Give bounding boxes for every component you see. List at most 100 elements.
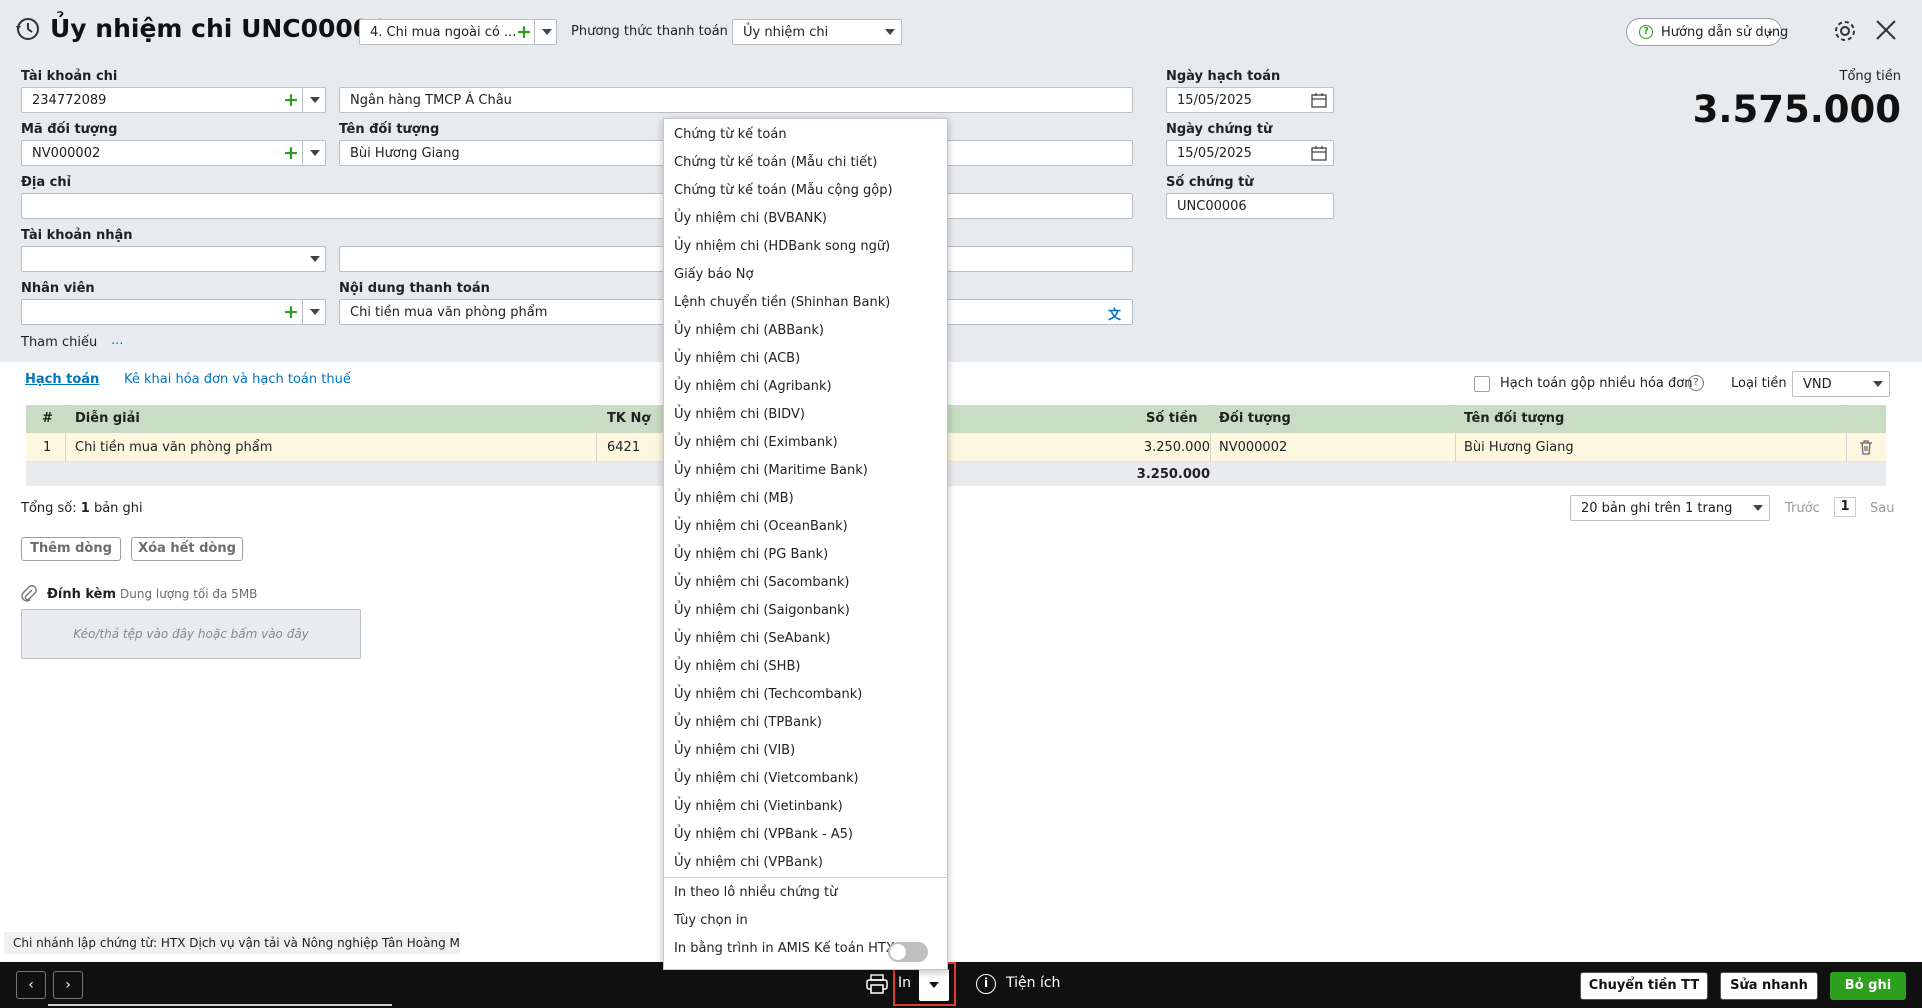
tab-invoice[interactable]: Kê khai hóa đơn và hạch toán thuế xyxy=(124,372,351,387)
unpost-button[interactable]: Bỏ ghi xyxy=(1830,972,1906,1000)
menu-item-print-template[interactable]: Ủy nhiệm chi (VIB) xyxy=(674,737,795,765)
address-label: Địa chỉ xyxy=(21,175,72,190)
history-icon[interactable] xyxy=(14,16,40,42)
table-row[interactable]: 1 Chi tiền mua văn phòng phẩm 6421 3.250… xyxy=(26,433,1886,462)
page-title: Ủy nhiệm chi UNC00006 xyxy=(50,14,388,43)
attach-hint: Dung lượng tối đa 5MB xyxy=(120,587,258,601)
account-select[interactable]: 234772089 + xyxy=(21,87,326,113)
row-debit[interactable]: 6421 xyxy=(607,440,640,455)
menu-item-print-template[interactable]: Ủy nhiệm chi (BVBANK) xyxy=(674,205,827,233)
menu-item-print-template[interactable]: Ủy nhiệm chi (BIDV) xyxy=(674,401,805,429)
translate-icon[interactable]: 文 xyxy=(1108,304,1121,323)
employee-select[interactable]: + xyxy=(21,299,326,325)
page-size-select[interactable]: 20 bản ghi trên 1 trang xyxy=(1570,495,1770,521)
menu-item-print-template[interactable]: Ủy nhiệm chi (Saigonbank) xyxy=(674,597,850,625)
menu-item-print-template[interactable]: Chứng từ kế toán (Mẫu cộng gộp) xyxy=(674,177,893,205)
menu-item-print-template[interactable]: Ủy nhiệm chi (ABBank) xyxy=(674,317,824,345)
record-count-value: 1 xyxy=(80,501,90,516)
next-page-button[interactable]: Sau xyxy=(1870,501,1894,516)
chevron-down-icon[interactable] xyxy=(310,309,320,315)
add-icon[interactable]: + xyxy=(283,143,299,163)
add-icon[interactable]: + xyxy=(283,90,299,110)
reference-more-link[interactable]: ... xyxy=(111,333,123,348)
menu-item-print-template[interactable]: Ủy nhiệm chi (Techcombank) xyxy=(674,681,862,709)
trash-icon[interactable] xyxy=(1858,439,1874,459)
posting-date-value: 15/05/2025 xyxy=(1177,93,1252,108)
record-count-prefix: Tổng số: xyxy=(21,501,77,516)
voucher-type-select[interactable]: 4. Chi mua ngoài có ... + xyxy=(359,19,557,45)
voucher-no-label: Số chứng từ xyxy=(1166,175,1254,190)
menu-item-print-template[interactable]: Ủy nhiệm chi (Sacombank) xyxy=(674,569,849,597)
close-icon[interactable] xyxy=(1874,18,1898,42)
print-dropdown-toggle[interactable] xyxy=(919,969,949,1001)
quick-edit-button[interactable]: Sửa nhanh xyxy=(1720,972,1818,1000)
menu-item-print-template[interactable]: Ủy nhiệm chi (VPBank - A5) xyxy=(674,821,853,849)
delete-all-rows-button[interactable]: Xóa hết dòng xyxy=(131,537,243,561)
chevron-down-icon[interactable] xyxy=(542,29,552,35)
address-field[interactable] xyxy=(21,193,1133,219)
menu-item-print-template[interactable]: Ủy nhiệm chi (Vietinbank) xyxy=(674,793,843,821)
menu-item-print-template[interactable]: Ủy nhiệm chi (Vietcombank) xyxy=(674,765,859,793)
info-icon[interactable]: i xyxy=(976,974,996,994)
add-row-button[interactable]: Thêm dòng xyxy=(21,537,121,561)
menu-item-print-template[interactable]: Ủy nhiệm chi (SeAbank) xyxy=(674,625,831,653)
voucher-date-value: 15/05/2025 xyxy=(1177,146,1252,161)
utilities-button[interactable]: Tiện ích xyxy=(1006,975,1060,991)
row-index: 1 xyxy=(43,440,52,455)
currency-select[interactable]: VND xyxy=(1792,371,1890,397)
add-icon[interactable]: + xyxy=(283,302,299,322)
menu-item-print-template[interactable]: Ủy nhiệm chi (Maritime Bank) xyxy=(674,457,868,485)
object-code-select[interactable]: NV000002 + xyxy=(21,140,326,166)
receive-account-select[interactable] xyxy=(21,246,326,272)
menu-item-print-template[interactable]: Ủy nhiệm chi (VPBank) xyxy=(674,849,823,877)
help-button[interactable]: ? Hướng dẫn sử dụng ⌄ xyxy=(1626,18,1788,46)
tab-accounting[interactable]: Hạch toán xyxy=(25,372,99,387)
chevron-down-icon[interactable] xyxy=(310,256,320,262)
calendar-icon[interactable] xyxy=(1311,93,1327,112)
merge-invoice-checkbox[interactable] xyxy=(1474,376,1490,392)
menu-item-print-template[interactable]: Ủy nhiệm chi (ACB) xyxy=(674,345,800,373)
transfer-button[interactable]: Chuyển tiền TT xyxy=(1580,972,1708,1000)
printer-icon[interactable] xyxy=(866,974,888,998)
menu-item-print-template[interactable]: Ủy nhiệm chi (SHB) xyxy=(674,653,800,681)
print-template-dropdown: Chứng từ kế toán Chứng từ kế toán (Mẫu ch… xyxy=(663,118,948,970)
menu-item-print-template[interactable]: Ủy nhiệm chi (Agribank) xyxy=(674,373,832,401)
gear-icon[interactable] xyxy=(1832,18,1858,44)
attach-drop-zone[interactable]: Kéo/thả tệp vào đây hoặc bấm vào đây xyxy=(21,609,361,659)
menu-item-print-options[interactable]: Tùy chọn in xyxy=(674,907,748,935)
menu-item-batch-print[interactable]: In theo lô nhiều chứng từ xyxy=(674,879,837,907)
calendar-icon[interactable] xyxy=(1311,146,1327,165)
employee-label: Nhân viên xyxy=(21,281,95,296)
menu-item-print-template[interactable]: Chứng từ kế toán (Mẫu chi tiết) xyxy=(674,149,877,177)
object-code-value: NV000002 xyxy=(32,146,101,161)
row-object[interactable]: NV000002 xyxy=(1219,440,1287,455)
chevron-down-icon[interactable] xyxy=(310,97,320,103)
payment-method-select[interactable]: Ủy nhiệm chi xyxy=(732,19,902,45)
menu-item-print-template[interactable]: Ủy nhiệm chi (OceanBank) xyxy=(674,513,848,541)
row-desc[interactable]: Chi tiền mua văn phòng phẩm xyxy=(75,440,272,455)
add-icon[interactable]: + xyxy=(516,22,532,42)
chevron-down-icon[interactable] xyxy=(310,150,320,156)
row-object-name[interactable]: Bùi Hương Giang xyxy=(1464,440,1574,455)
header-object-name: Tên đối tượng xyxy=(1464,411,1565,426)
menu-item-print-template[interactable]: Ủy nhiệm chi (TPBank) xyxy=(674,709,822,737)
menu-item-print-template[interactable]: Chứng từ kế toán xyxy=(674,121,787,149)
previous-record-button[interactable]: ‹ xyxy=(16,971,46,999)
voucher-date-field[interactable]: 15/05/2025 xyxy=(1166,140,1334,166)
page-number[interactable]: 1 xyxy=(1834,497,1856,517)
posting-date-field[interactable]: 15/05/2025 xyxy=(1166,87,1334,113)
info-icon[interactable]: ? xyxy=(1688,375,1704,391)
next-record-button[interactable]: › xyxy=(53,971,83,999)
amis-printer-toggle[interactable] xyxy=(888,942,928,962)
prev-page-button[interactable]: Trước xyxy=(1785,501,1820,516)
menu-item-print-template[interactable]: Giấy báo Nợ xyxy=(674,261,753,289)
menu-item-print-template[interactable]: Ủy nhiệm chi (PG Bank) xyxy=(674,541,828,569)
menu-item-print-template[interactable]: Lệnh chuyển tiền (Shinhan Bank) xyxy=(674,289,890,317)
bank-name-field[interactable]: Ngân hàng TMCP Á Châu xyxy=(339,87,1133,113)
menu-item-print-template[interactable]: Ủy nhiệm chi (Eximbank) xyxy=(674,429,838,457)
chevron-down-icon xyxy=(929,982,939,988)
menu-item-print-template[interactable]: Ủy nhiệm chi (HDBank song ngữ) xyxy=(674,233,890,261)
voucher-no-field[interactable]: UNC00006 xyxy=(1166,193,1334,219)
row-amount[interactable]: 3.250.000 xyxy=(1144,440,1210,455)
menu-item-print-template[interactable]: Ủy nhiệm chi (MB) xyxy=(674,485,794,513)
